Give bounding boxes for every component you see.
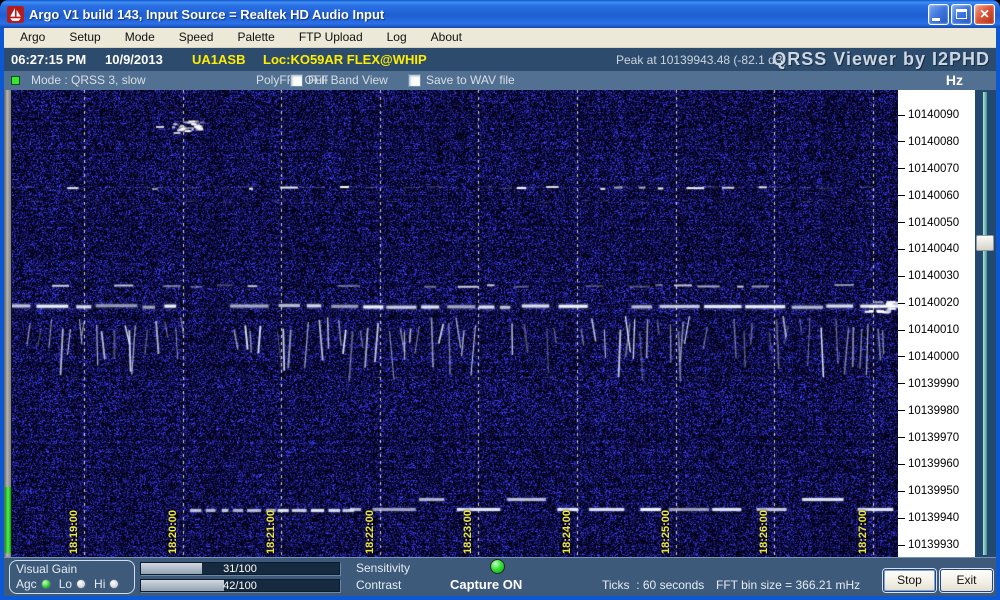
- freq-tick-mark: [898, 195, 905, 197]
- close-icon: ×: [979, 5, 990, 23]
- freq-tick-mark: [898, 410, 905, 412]
- full-band-view-checkbox[interactable]: [290, 74, 303, 87]
- sensitivity-slider[interactable]: 31/100: [140, 562, 340, 575]
- freq-scale-label: 10140000: [898, 350, 959, 363]
- freq-scale-label: 10139980: [898, 404, 959, 417]
- freq-tick-mark: [898, 490, 905, 492]
- freq-scale-label: 10139950: [898, 485, 959, 498]
- hi-radio-label: Hi: [94, 577, 106, 591]
- argo-window: Argo V1 build 143, Input Source = Realte…: [0, 0, 1000, 600]
- minimize-icon: [932, 17, 940, 21]
- freq-tick-mark: [898, 383, 905, 385]
- peak-readout: Peak at 10139943.48 (-82.1 dB): [616, 53, 787, 67]
- waterfall-display: [12, 90, 898, 557]
- app-icon: [7, 5, 24, 23]
- freq-tick-mark: [898, 544, 905, 546]
- agc-radio-label: Agc: [16, 577, 37, 591]
- window-title: Argo V1 build 143, Input Source = Realte…: [29, 6, 385, 22]
- ticks-readout: Ticks : 60 seconds: [602, 578, 705, 592]
- freq-scale-label: 10140040: [898, 243, 959, 256]
- freq-scale-label: 10139930: [898, 539, 959, 552]
- agc-radio[interactable]: [40, 579, 51, 589]
- maximize-icon: [956, 8, 967, 19]
- capture-led-icon: [490, 559, 505, 574]
- freq-tick-mark: [898, 114, 905, 116]
- freq-scale-label: 10140020: [898, 297, 959, 310]
- menu-bar: Argo Setup Mode Speed Palette FTP Upload Log Ab…: [4, 28, 996, 48]
- menu-item-argo[interactable]: Argo: [8, 28, 57, 47]
- freq-tick-mark: [898, 222, 905, 223]
- freq-scale-label: 10139960: [898, 458, 959, 471]
- callsign-readout: UA1ASB: [192, 52, 246, 67]
- freq-tick-mark: [898, 437, 905, 438]
- contrast-label: Contrast: [356, 578, 402, 592]
- locator-readout: Loc:KO59AR FLEX@WHIP: [263, 52, 427, 67]
- frequency-scale: 10140090 10140080 10140070 10140060 10140050…: [898, 90, 975, 557]
- stop-button[interactable]: Stop: [883, 569, 936, 592]
- freq-scale-label: 10139970: [898, 431, 959, 444]
- freq-scale-label: 10140010: [898, 324, 959, 337]
- signal-level-meter: [4, 90, 12, 557]
- exit-button[interactable]: Exit: [940, 569, 993, 592]
- hi-radio[interactable]: [109, 579, 120, 589]
- full-band-view-label: Full Band View: [308, 73, 388, 87]
- freq-scale-label: 10140060: [898, 189, 959, 202]
- freq-scale-label: 10140090: [898, 109, 959, 122]
- mode-readout: Mode : QRSS 3, slow: [31, 73, 146, 87]
- save-wav-checkbox[interactable]: [408, 74, 421, 87]
- freq-tick-mark: [898, 517, 905, 519]
- mode-led-icon: [11, 76, 20, 85]
- close-button[interactable]: ×: [974, 3, 995, 25]
- contrast-value: 42/100: [223, 580, 257, 592]
- date-readout: 10/9/2013: [105, 52, 163, 67]
- sensitivity-label: Sensitivity: [356, 561, 411, 575]
- frequency-slider-track[interactable]: [983, 92, 987, 555]
- menu-item-mode[interactable]: Mode: [113, 28, 167, 47]
- freq-tick-mark: [898, 356, 905, 358]
- lo-radio[interactable]: [76, 579, 87, 589]
- status-bar: Mode : QRSS 3, slow PolyFFT OFF Full Ban…: [4, 71, 996, 90]
- freq-tick-mark: [898, 141, 905, 143]
- visual-gain-title: Visual Gain: [16, 562, 78, 576]
- bottom-control-bar: Visual Gain Agc Lo Hi 31/100 42/100 Sens…: [4, 557, 996, 596]
- title-bar: Argo V1 build 143, Input Source = Realte…: [0, 0, 1000, 28]
- freq-scale-label: 10140080: [898, 135, 959, 148]
- freq-scale-label: 10140030: [898, 270, 959, 283]
- visual-gain-group: Visual Gain Agc Lo Hi: [9, 560, 135, 594]
- signal-level-fill: [5, 487, 11, 553]
- frequency-slider-thumb[interactable]: [976, 235, 994, 251]
- freq-tick-mark: [898, 302, 905, 304]
- save-wav-label: Save to WAV file: [426, 73, 515, 87]
- freq-tick-mark: [898, 248, 905, 250]
- frequency-slider[interactable]: [975, 90, 996, 557]
- freq-tick-mark: [898, 463, 905, 465]
- minimize-button[interactable]: [928, 3, 949, 25]
- lo-radio-label: Lo: [58, 577, 73, 591]
- freq-tick-mark: [898, 329, 905, 331]
- menu-item-ftp-upload[interactable]: FTP Upload: [287, 28, 375, 47]
- main-display-area: 18:19:00 18:20:00 18:21:00 18:22:00 18:23:00…: [4, 90, 996, 557]
- sensitivity-value: 31/100: [223, 563, 257, 575]
- menu-item-log[interactable]: Log: [375, 28, 419, 47]
- freq-scale-label: 10140070: [898, 162, 959, 175]
- freq-scale-label: 10140050: [898, 216, 959, 229]
- visual-gain-options: Agc Lo Hi: [16, 577, 127, 591]
- clock-readout: 06:27:15 PM: [11, 52, 87, 67]
- menu-item-setup[interactable]: Setup: [57, 28, 112, 47]
- contrast-slider[interactable]: 42/100: [140, 579, 340, 592]
- fft-bin-readout: FFT bin size = 366.21 mHz: [716, 578, 861, 592]
- menu-item-palette[interactable]: Palette: [225, 28, 286, 47]
- info-bar: 06:27:15 PM 10/9/2013 UA1ASB Loc:KO59AR …: [4, 48, 996, 71]
- freq-tick-mark: [898, 275, 905, 277]
- freq-tick-mark: [898, 168, 905, 170]
- frequency-unit-label: Hz: [945, 72, 963, 88]
- menu-item-about[interactable]: About: [419, 28, 474, 47]
- freq-scale-label: 10139990: [898, 377, 959, 390]
- maximize-button[interactable]: [951, 3, 972, 25]
- capture-status-label: Capture ON: [450, 577, 523, 592]
- app-title: QRSS Viewer by I2PHD: [772, 49, 990, 69]
- freq-scale-label: 10139940: [898, 512, 959, 525]
- menu-item-speed[interactable]: Speed: [167, 28, 226, 47]
